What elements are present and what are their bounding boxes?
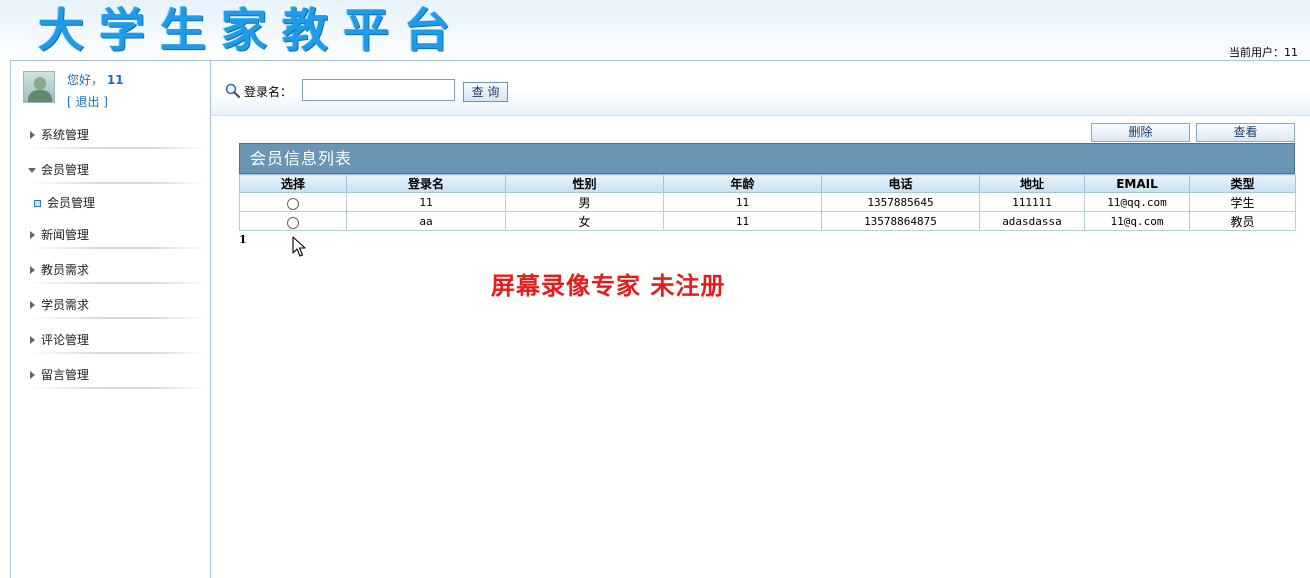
email-cell: 11@q.com	[1084, 211, 1190, 231]
sidebar-item-messages[interactable]: 留言管理	[27, 365, 207, 389]
sidebar: 您好， 11 [ 退出 ] 系统管理 会员管理 会员管理 新闻管理 教员需求 学…	[10, 60, 211, 578]
age-cell: 11	[663, 211, 822, 231]
sidebar-item-label: 系统管理	[41, 128, 90, 142]
chevron-right-icon	[30, 371, 35, 379]
sidebar-item-student-demand[interactable]: 学员需求	[27, 295, 207, 319]
sidebar-item-label: 教员需求	[41, 263, 90, 277]
avatar	[23, 71, 55, 103]
sidebar-item-label: 评论管理	[41, 333, 90, 347]
delete-button[interactable]: 删除	[1091, 123, 1190, 142]
type-cell: 学生	[1189, 192, 1296, 212]
sidebar-item-news[interactable]: 新闻管理	[27, 225, 207, 249]
sidebar-subitem-members[interactable]: 会员管理	[33, 193, 193, 213]
table-row: aa 女 11 13578864875 adasdassa 11@q.com 教…	[239, 211, 1296, 231]
row-select-radio[interactable]	[287, 216, 299, 229]
sidebar-item-members[interactable]: 会员管理	[27, 160, 207, 184]
sidebar-item-label: 留言管理	[41, 368, 90, 382]
user-name: 11	[106, 73, 124, 87]
address-cell: 111111	[979, 192, 1085, 212]
phone-cell: 1357885645	[821, 192, 980, 212]
age-cell: 11	[663, 192, 822, 212]
watermark-text: 屏幕录像专家 未注册	[491, 271, 726, 300]
sidebar-item-comments[interactable]: 评论管理	[27, 330, 207, 354]
column-header: 类型	[1189, 174, 1296, 193]
greeting: 您好， 11	[67, 71, 124, 88]
square-bullet-icon	[34, 200, 41, 207]
chevron-right-icon	[30, 131, 35, 139]
search-input[interactable]	[302, 79, 455, 101]
chevron-right-icon	[30, 266, 35, 274]
chevron-right-icon	[30, 336, 35, 344]
column-header: 地址	[979, 174, 1085, 193]
chevron-right-icon	[30, 231, 35, 239]
view-button[interactable]: 查看	[1196, 123, 1295, 142]
select-cell	[239, 211, 347, 231]
sidebar-item-label: 学员需求	[41, 298, 90, 312]
chevron-down-icon	[28, 168, 36, 173]
current-user-label: 当前用户：11	[1229, 46, 1298, 59]
column-header: 年龄	[663, 174, 822, 193]
select-cell	[239, 192, 347, 212]
gender-cell: 女	[505, 211, 664, 231]
header: 大学生家教平台 当前用户：11	[0, 0, 1310, 60]
search-bar: 登录名： 查 询	[211, 61, 1310, 116]
login-cell: aa	[346, 211, 506, 231]
column-header: EMAIL	[1084, 174, 1190, 193]
search-icon	[225, 83, 240, 98]
column-header: 电话	[821, 174, 980, 193]
search-label: 登录名：	[244, 85, 293, 99]
sidebar-item-label: 会员管理	[41, 163, 90, 177]
phone-cell: 13578864875	[821, 211, 980, 231]
table-row: 11 男 11 1357885645 111111 11@qq.com 学生	[239, 192, 1296, 212]
search-button[interactable]: 查 询	[463, 82, 508, 102]
type-cell: 教员	[1189, 211, 1296, 231]
login-cell: 11	[346, 192, 506, 212]
page-number[interactable]: 1	[239, 233, 247, 246]
user-box: 您好， 11 [ 退出 ]	[23, 71, 203, 111]
site-title: 大学生家教平台	[38, 3, 465, 57]
chevron-right-icon	[30, 301, 35, 309]
greeting-text: 您好，	[67, 73, 104, 87]
member-panel: 会员信息列表 选择 登录名 性别 年龄 电话 地址 EMAIL 类型 11 男 …	[239, 143, 1296, 231]
member-table: 选择 登录名 性别 年龄 电话 地址 EMAIL 类型 11 男 11 1357…	[239, 174, 1296, 231]
panel-title: 会员信息列表	[239, 143, 1295, 174]
address-cell: adasdassa	[979, 211, 1085, 231]
sidebar-subitem-label: 会员管理	[47, 196, 96, 210]
sidebar-item-label: 新闻管理	[41, 228, 90, 242]
gender-cell: 男	[505, 192, 664, 212]
email-cell: 11@qq.com	[1084, 192, 1190, 212]
row-select-radio[interactable]	[287, 197, 299, 210]
main-content: 登录名： 查 询 删除 查看 会员信息列表 选择 登录名 性别 年龄 电话 地址…	[211, 60, 1310, 578]
column-header: 登录名	[346, 174, 506, 193]
logout-link[interactable]: [ 退出 ]	[67, 93, 108, 110]
table-header-row: 选择 登录名 性别 年龄 电话 地址 EMAIL 类型	[239, 174, 1296, 193]
sidebar-item-teacher-demand[interactable]: 教员需求	[27, 260, 207, 284]
mouse-cursor-icon	[292, 236, 306, 257]
column-header: 选择	[239, 174, 347, 193]
column-header: 性别	[505, 174, 664, 193]
sidebar-item-system[interactable]: 系统管理	[27, 125, 207, 149]
